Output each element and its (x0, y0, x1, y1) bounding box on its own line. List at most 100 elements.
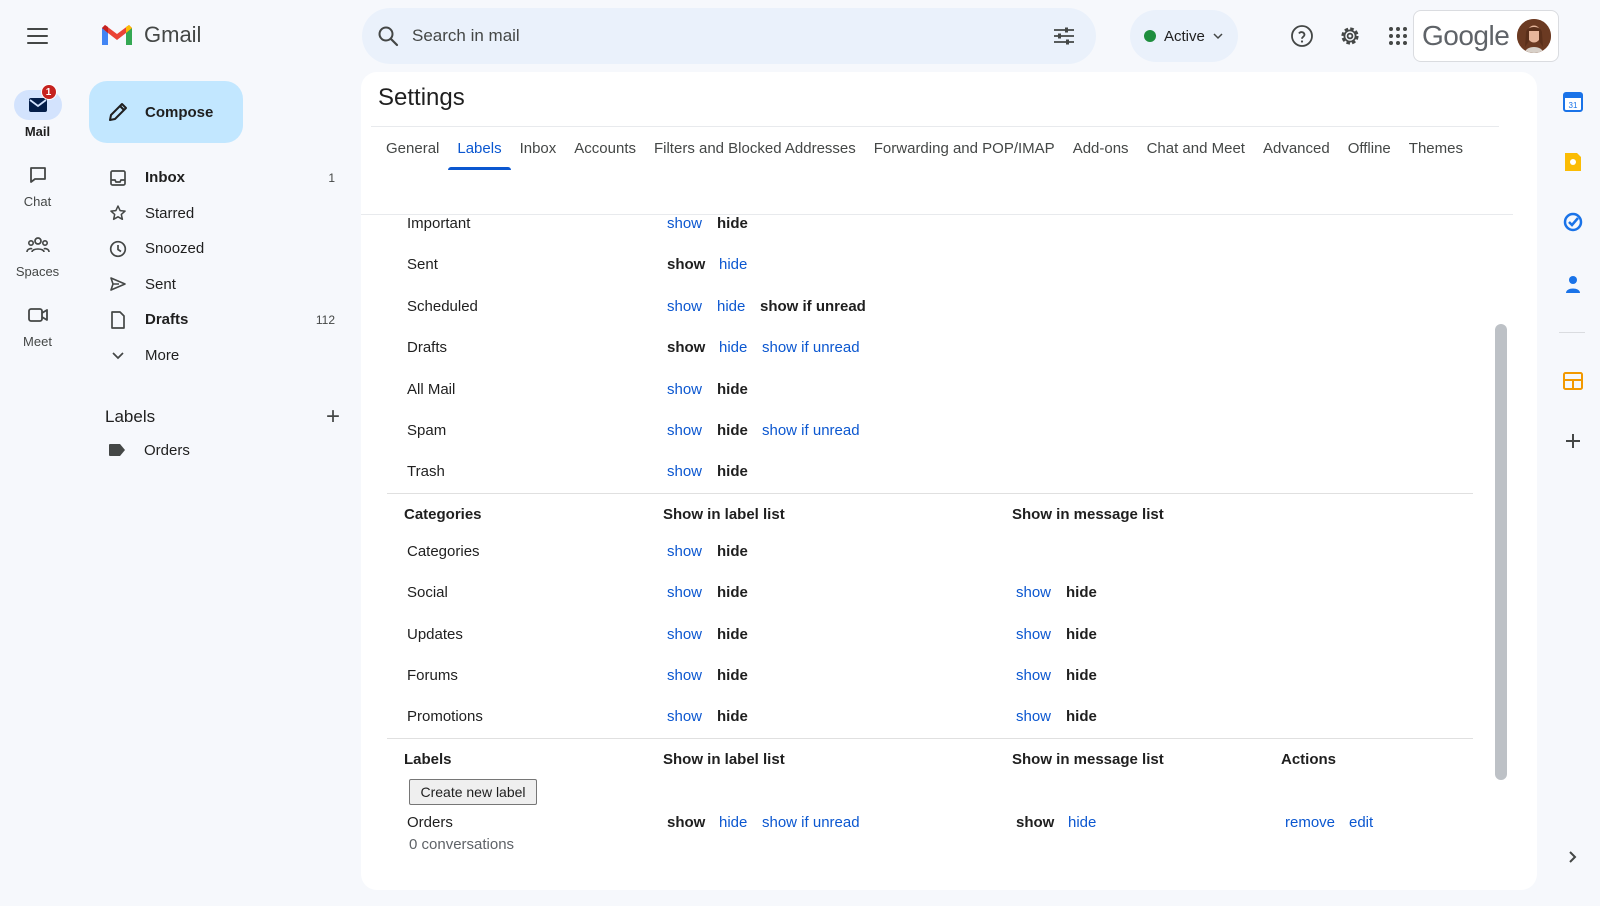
tab-advanced[interactable]: Advanced (1254, 127, 1339, 170)
gear-icon (1341, 27, 1359, 45)
hide-option-selected: hide (717, 666, 748, 684)
rail-item-chat[interactable]: Chat (0, 160, 75, 209)
labels-header: Labels (404, 751, 452, 768)
compose-button[interactable]: Compose (89, 81, 243, 143)
label-list-column-header: Show in label list (663, 506, 785, 523)
add-label-button[interactable]: + (326, 405, 340, 429)
tab-themes[interactable]: Themes (1400, 127, 1472, 170)
tab-filters[interactable]: Filters and Blocked Addresses (645, 127, 865, 170)
google-logo: Google (1422, 20, 1510, 51)
category-name: Forums (407, 666, 458, 684)
chevron-right-icon (1568, 851, 1576, 863)
label-tag-icon (109, 444, 125, 456)
show-if-unread-link[interactable]: show if unread (762, 814, 860, 831)
meet-icon (14, 300, 62, 330)
nav-item-snoozed[interactable]: Snoozed (89, 231, 349, 267)
show-link[interactable]: show (667, 584, 702, 601)
status-selector[interactable]: Active (1130, 10, 1238, 62)
rail-item-mail[interactable]: 1 Mail (0, 84, 75, 139)
unread-badge: 1 (40, 84, 57, 100)
show-link[interactable]: show (667, 298, 702, 315)
calendar-app-button[interactable]: 31 (1545, 86, 1600, 118)
rail-label-chat: Chat (23, 194, 52, 209)
label-item-orders[interactable]: Orders (108, 440, 190, 460)
tab-forwarding[interactable]: Forwarding and POP/IMAP (865, 127, 1064, 170)
category-name: Updates (407, 625, 463, 643)
folder-nav: Inbox 1 Starred Snoozed Sent Drafts 112 … (89, 160, 349, 373)
search-bar[interactable]: Search in mail (362, 8, 1096, 64)
show-link[interactable]: show (667, 543, 702, 560)
show-link[interactable]: show (667, 626, 702, 643)
apps-button[interactable] (1382, 20, 1414, 52)
hide-link[interactable]: hide (719, 256, 747, 273)
show-link[interactable]: show (667, 667, 702, 684)
show-link[interactable]: show (667, 708, 702, 725)
hide-side-panel-button[interactable] (1545, 841, 1600, 873)
message-hide-option-selected: hide (1066, 625, 1097, 643)
show-link[interactable]: show (667, 463, 702, 480)
nav-item-sent[interactable]: Sent (89, 267, 349, 303)
label-list-column-header: Show in label list (663, 751, 785, 768)
tasks-app-button[interactable] (1545, 206, 1600, 238)
compose-label: Compose (145, 103, 214, 121)
show-link[interactable]: show (667, 422, 702, 439)
show-if-unread-link[interactable]: show if unread (762, 422, 860, 439)
user-label-name: Orders (407, 813, 453, 831)
nav-item-starred[interactable]: Starred (89, 196, 349, 232)
nav-item-drafts[interactable]: Drafts 112 (89, 302, 349, 338)
message-show-link[interactable]: show (1016, 708, 1051, 725)
help-icon (1291, 25, 1313, 47)
show-if-unread-link[interactable]: show if unread (762, 339, 860, 356)
hide-option-selected: hide (717, 380, 748, 398)
message-hide-option-selected: hide (1066, 707, 1097, 725)
rail-label-meet: Meet (23, 334, 52, 349)
keep-app-button[interactable] (1545, 146, 1600, 178)
show-link[interactable]: show (667, 215, 702, 232)
categories-header: Categories (404, 506, 482, 523)
apps-grid-icon (1389, 27, 1407, 45)
message-show-link[interactable]: show (1016, 626, 1051, 643)
show-link[interactable]: show (667, 381, 702, 398)
addon-app-button[interactable] (1545, 365, 1600, 397)
nav-count-drafts: 112 (315, 312, 335, 327)
help-button[interactable] (1286, 20, 1318, 52)
rail-item-meet[interactable]: Meet (0, 300, 75, 349)
message-hide-link[interactable]: hide (1068, 814, 1096, 831)
message-show-link[interactable]: show (1016, 667, 1051, 684)
hide-link[interactable]: hide (717, 298, 745, 315)
tab-inbox[interactable]: Inbox (511, 127, 566, 170)
tab-general[interactable]: General (377, 127, 448, 170)
create-new-label-button[interactable]: Create new label (409, 779, 537, 805)
nav-item-more[interactable]: More (89, 338, 349, 374)
edit-label-link[interactable]: edit (1349, 814, 1373, 831)
hide-link[interactable]: hide (719, 339, 747, 356)
nav-item-inbox[interactable]: Inbox 1 (89, 160, 349, 196)
message-hide-option-selected: hide (1066, 666, 1097, 684)
hide-option-selected: hide (717, 421, 748, 439)
tab-accounts[interactable]: Accounts (565, 127, 645, 170)
message-list-column-header: Show in message list (1012, 751, 1164, 768)
tab-offline[interactable]: Offline (1339, 127, 1400, 170)
rail-item-spaces[interactable]: Spaces (0, 230, 75, 279)
gmail-logo[interactable]: Gmail (100, 22, 201, 48)
get-addons-button[interactable] (1545, 425, 1600, 457)
message-show-link[interactable]: show (1016, 584, 1051, 601)
hide-link[interactable]: hide (719, 814, 747, 831)
contacts-app-button[interactable] (1545, 268, 1600, 300)
search-input[interactable]: Search in mail (412, 26, 1044, 46)
remove-label-link[interactable]: remove (1285, 814, 1335, 831)
scrollbar-thumb[interactable] (1495, 324, 1507, 780)
tab-labels[interactable]: Labels (448, 127, 511, 170)
inbox-icon (108, 168, 128, 188)
show-option-selected: show (667, 338, 706, 356)
main-menu-button[interactable] (18, 22, 56, 50)
account-switcher[interactable]: Google (1413, 10, 1559, 62)
labels-title: Labels (105, 407, 156, 426)
rail-label-mail: Mail (24, 124, 51, 139)
status-label: Active (1164, 27, 1205, 45)
tab-addons[interactable]: Add-ons (1064, 127, 1138, 170)
status-dot (1144, 30, 1156, 42)
settings-button[interactable] (1334, 20, 1366, 52)
tab-chat-meet[interactable]: Chat and Meet (1138, 127, 1254, 170)
search-options-button[interactable] (1044, 16, 1084, 56)
